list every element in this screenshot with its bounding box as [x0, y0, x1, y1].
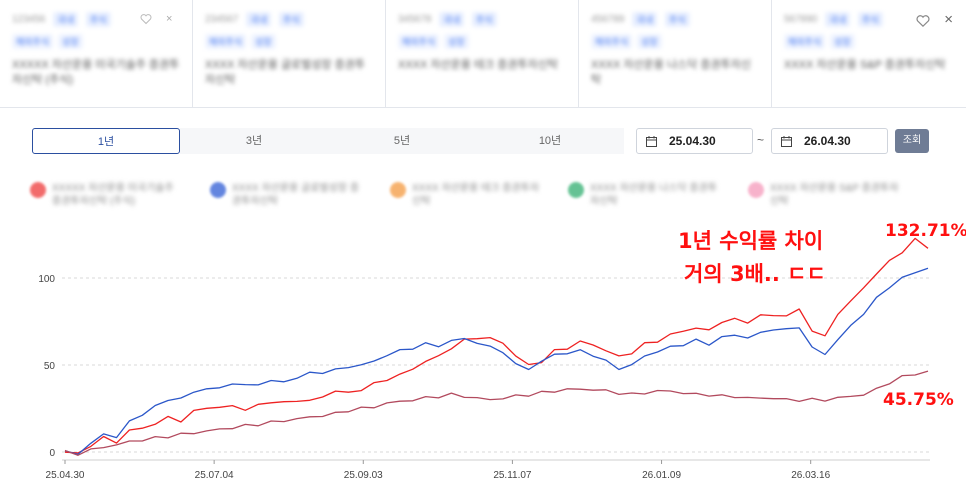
fund-compare-page: 123456 국내 주식 해외주식 성장 XXXXX 자산운용 미국기술주 증권투자신…	[0, 0, 966, 491]
y-tick-label: 0	[49, 448, 55, 459]
y-axis: 0 50 100	[38, 274, 55, 459]
x-tick-label: 25.07.04	[195, 470, 234, 481]
annotation-top-value: 132.71%	[885, 221, 966, 241]
x-tick-label: 25.04.30	[46, 470, 85, 481]
annotation-line2: 거의 3배.. ㄷㄷ	[684, 262, 826, 286]
annotation-bottom-value: 45.75%	[883, 390, 954, 410]
x-axis: 25.04.30 25.07.04 25.09.03 25.11.07 26.01.09…	[46, 459, 930, 481]
annotation-line1: 1년 수익률 차이	[678, 229, 823, 253]
y-tick-label: 50	[44, 361, 56, 372]
return-chart: 050100 25.04.30 25.07.04 25.09.03 25.11.07 2…	[38, 221, 966, 481]
y-tick-label: 100	[38, 274, 55, 285]
series-line-blue	[64, 267, 929, 456]
x-tick-label: 25.09.03	[344, 470, 383, 481]
x-tick-label: 26.03.16	[791, 470, 830, 481]
x-tick-label: 25.11.07	[493, 470, 532, 481]
x-tick-label: 26.01.09	[642, 470, 681, 481]
chart-grid	[62, 277, 930, 453]
series-line-mauve	[64, 370, 929, 456]
